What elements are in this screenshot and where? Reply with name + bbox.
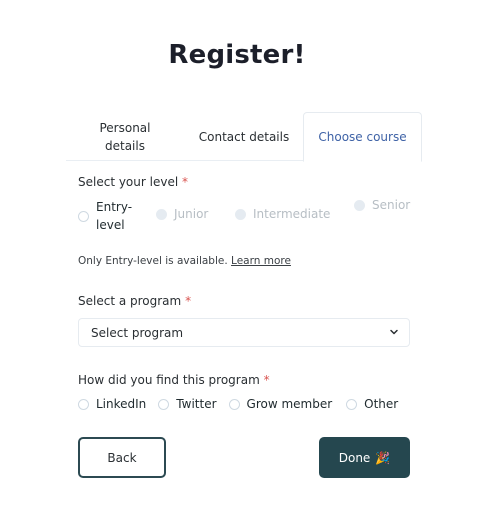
done-button-label: Done	[338, 450, 371, 465]
radio-intermediate: Intermediate	[235, 207, 330, 221]
radio-circle[interactable]	[78, 210, 89, 222]
source-radio-group: LinkedIn Twitter Grow member Other	[78, 397, 398, 411]
radio-circle[interactable]	[346, 398, 358, 410]
back-button[interactable]: Back	[78, 437, 166, 478]
level-help-text: Only Entry-level is available. Learn mor…	[78, 255, 291, 267]
radio-circle[interactable]	[78, 398, 89, 410]
program-select[interactable]: Select program	[78, 318, 410, 347]
program-select-value: Select program	[91, 325, 184, 340]
radio-label: Other	[364, 397, 399, 411]
party-popper-icon: 🎉	[375, 450, 391, 465]
radio-label: Entry-level	[96, 200, 133, 232]
learn-more-link[interactable]: Learn more	[231, 255, 291, 267]
done-button[interactable]: Done 🎉	[319, 437, 410, 478]
required-mark: *	[263, 373, 270, 387]
back-button-label: Back	[107, 450, 137, 465]
radio-grow-member[interactable]: Grow member	[228, 397, 333, 411]
radio-junior: Junior	[156, 207, 208, 221]
radio-circle	[354, 199, 365, 211]
program-label-text: Select a program	[78, 294, 182, 308]
radio-label: Junior	[174, 207, 209, 221]
required-mark: *	[185, 294, 192, 308]
radio-entry-level[interactable]: Entry-level	[78, 198, 136, 234]
required-mark: *	[182, 175, 188, 189]
radio-senior: Senior	[354, 198, 410, 212]
radio-other[interactable]: Other	[346, 397, 398, 411]
tab-choose-course[interactable]: Choose course	[303, 112, 422, 162]
source-label-text: How did you find this program	[78, 373, 260, 387]
radio-label: Twitter	[176, 397, 217, 411]
radio-label: Intermediate	[253, 207, 331, 221]
tab-contact-details[interactable]: Contact details	[186, 112, 302, 161]
chevron-down-icon	[390, 329, 398, 335]
radio-label: Grow member	[246, 397, 333, 411]
page-title: Register!	[168, 40, 306, 70]
radio-linkedin[interactable]: LinkedIn	[78, 397, 146, 411]
tab-personal-details[interactable]: Personal details	[66, 112, 184, 161]
radio-circle[interactable]	[158, 398, 170, 410]
radio-label: LinkedIn	[96, 397, 147, 411]
radio-circle	[235, 208, 246, 220]
radio-label: Senior	[372, 198, 411, 212]
level-label-text: Select your level	[78, 175, 179, 189]
tab-bar: Personal details Contact details Choose …	[66, 112, 422, 162]
radio-circle	[156, 208, 167, 220]
help-text: Only Entry-level is available.	[78, 255, 228, 267]
program-label: Select a program *	[78, 294, 191, 308]
radio-twitter[interactable]: Twitter	[158, 397, 217, 411]
source-label: How did you find this program *	[78, 373, 270, 387]
radio-circle[interactable]	[228, 398, 240, 410]
level-label: Select your level *	[78, 175, 188, 189]
